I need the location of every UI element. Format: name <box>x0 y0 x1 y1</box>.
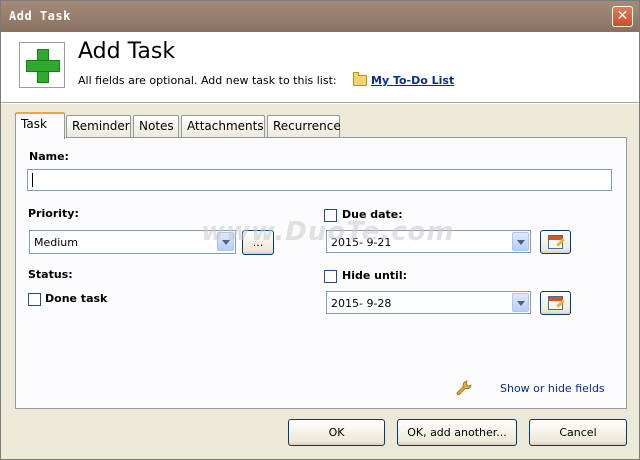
tab-task[interactable]: Task <box>15 112 65 139</box>
hide-until-label[interactable]: Hide until: <box>342 269 407 282</box>
tab-attachments[interactable]: Attachments <box>181 115 265 138</box>
header-subtitle: All fields are optional. Add new task to… <box>78 74 337 87</box>
due-date-value: 2015- 9-21 <box>331 236 392 249</box>
hide-until-checkbox[interactable] <box>324 270 337 283</box>
status-label: Status: <box>28 268 73 281</box>
chevron-down-icon[interactable] <box>512 293 529 312</box>
due-date-calendar-button[interactable] <box>540 230 571 254</box>
calendar-icon <box>548 296 565 310</box>
hide-until-calendar-button[interactable] <box>540 291 571 315</box>
tab-recurrence[interactable]: Recurrence <box>267 115 341 138</box>
due-date-checkbox[interactable] <box>324 209 337 222</box>
chevron-down-icon[interactable] <box>512 232 529 251</box>
done-task-checkbox[interactable] <box>28 293 41 306</box>
add-task-plus-icon <box>19 42 65 88</box>
name-label: Name: <box>29 150 69 163</box>
priority-label: Priority: <box>28 207 79 220</box>
page-title: Add Task <box>78 39 176 64</box>
priority-more-button[interactable]: ... <box>242 230 274 255</box>
name-field[interactable] <box>27 169 612 191</box>
add-task-dialog: Add Task ✕ Add Task All fields are optio… <box>0 0 640 460</box>
due-date-picker[interactable]: 2015- 9-21 <box>326 230 531 253</box>
priority-select[interactable]: Medium <box>29 230 236 254</box>
folder-icon <box>353 72 367 86</box>
close-icon: ✕ <box>616 8 629 24</box>
tab-notes[interactable]: Notes <box>133 115 179 138</box>
calendar-icon <box>548 235 565 249</box>
text-caret <box>32 173 33 187</box>
hide-until-value: 2015- 9-28 <box>331 297 392 310</box>
done-task-label[interactable]: Done task <box>45 292 107 305</box>
close-button[interactable]: ✕ <box>612 6 633 27</box>
chevron-down-icon[interactable] <box>217 232 234 251</box>
window-title: Add Task <box>9 9 71 23</box>
due-date-label[interactable]: Due date: <box>342 208 403 221</box>
cancel-button[interactable]: Cancel <box>529 419 627 446</box>
priority-value: Medium <box>34 236 78 249</box>
ok-button[interactable]: OK <box>288 419 385 446</box>
ok-add-another-button[interactable]: OK, add another... <box>397 419 517 446</box>
wrench-icon <box>456 380 472 396</box>
show-hide-fields-link[interactable]: Show or hide fields <box>500 382 605 395</box>
title-bar[interactable]: Add Task ✕ <box>1 1 639 32</box>
hide-until-picker[interactable]: 2015- 9-28 <box>326 291 531 314</box>
tab-reminder[interactable]: Reminder <box>66 115 131 138</box>
header-divider <box>1 102 639 104</box>
target-list-link[interactable]: My To-Do List <box>371 74 454 87</box>
